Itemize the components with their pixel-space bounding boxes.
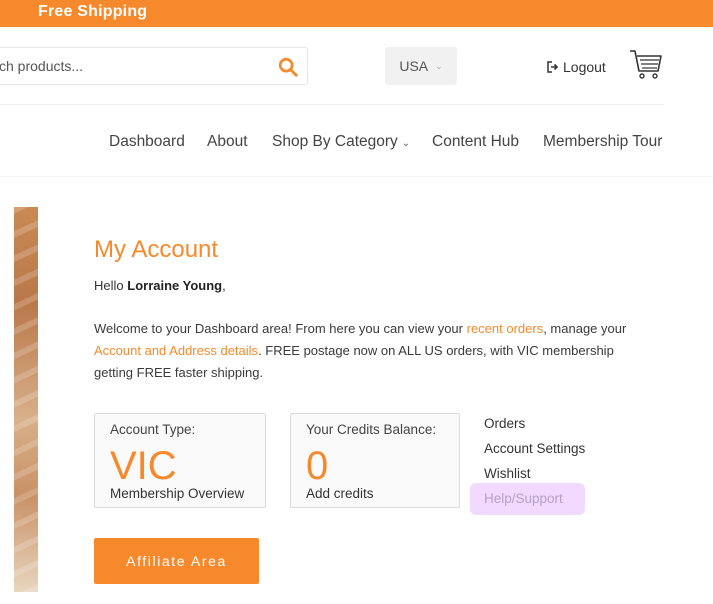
card-label: Account Type:: [110, 422, 196, 437]
search-input[interactable]: [0, 48, 259, 84]
account-type-card: Account Type: VIC Membership Overview: [94, 413, 266, 508]
welcome-part1: Welcome to your Dashboard area! From her…: [94, 321, 467, 336]
main-nav: Dashboard About Shop By Category ⌄ Conten…: [0, 133, 713, 153]
greeting: Hello Lorraine Young,: [94, 278, 226, 293]
nav-item-membership-tour[interactable]: Membership Tour: [543, 133, 662, 151]
affiliate-area-button[interactable]: Affiliate Area: [94, 538, 259, 584]
nav-item-about[interactable]: About: [207, 133, 248, 151]
welcome-text: Welcome to your Dashboard area! From her…: [94, 318, 654, 384]
page-title: My Account: [94, 236, 219, 263]
promo-bar: Free Shipping: [0, 0, 713, 27]
nav-item-dashboard[interactable]: Dashboard: [109, 133, 185, 151]
chevron-down-icon: ⌄: [401, 138, 411, 149]
membership-overview-link[interactable]: Membership Overview: [110, 486, 244, 501]
region-select[interactable]: USA ⌄: [385, 47, 457, 85]
search-box[interactable]: [0, 47, 308, 85]
greeting-suffix: ,: [222, 278, 226, 293]
region-value: USA: [399, 58, 429, 74]
credits-value: 0: [306, 444, 329, 488]
nav-item-content-hub[interactable]: Content Hub: [432, 133, 519, 151]
credits-balance-card: Your Credits Balance: 0 Add credits: [290, 413, 460, 508]
card-label: Your Credits Balance:: [306, 422, 437, 437]
wishlist-link[interactable]: Wishlist: [484, 466, 585, 491]
user-name: Lorraine Young: [127, 278, 223, 293]
side-banner-image: [14, 207, 38, 592]
help-support-link[interactable]: Help/Support: [484, 491, 585, 516]
account-settings-link[interactable]: Account Settings: [484, 441, 585, 466]
add-credits-link[interactable]: Add credits: [306, 486, 374, 501]
greeting-prefix: Hello: [94, 278, 128, 293]
account-links: Orders Account Settings Wishlist Help/Su…: [484, 416, 585, 516]
cart-icon[interactable]: [628, 47, 664, 81]
search-icon[interactable]: [277, 56, 299, 78]
logout-icon: [547, 61, 559, 73]
orders-link[interactable]: Orders: [484, 416, 585, 441]
header-divider: [0, 104, 664, 105]
chevron-down-icon: ⌄: [435, 60, 443, 71]
logout-label: Logout: [563, 59, 606, 75]
nav-item-shop-by-category[interactable]: Shop By Category ⌄: [272, 133, 410, 151]
logout-link[interactable]: Logout: [547, 59, 606, 75]
account-details-link[interactable]: Account and Address details: [94, 343, 258, 358]
nav-divider: [0, 176, 713, 177]
account-type-value: VIC: [110, 444, 177, 488]
recent-orders-link[interactable]: recent orders: [467, 321, 544, 336]
nav-item-label: Shop By Category: [272, 133, 398, 150]
welcome-part2: , manage your: [543, 321, 627, 336]
promo-text: Free Shipping: [38, 3, 148, 20]
